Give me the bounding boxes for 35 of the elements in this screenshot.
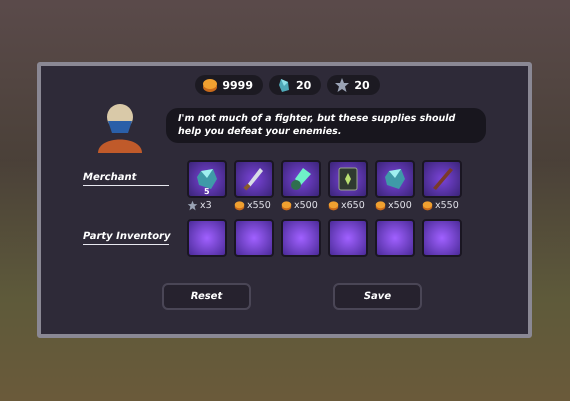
item-slot[interactable] — [328, 160, 368, 198]
item-slot[interactable] — [234, 160, 274, 198]
item-price: x650 — [341, 200, 365, 211]
section-label: Party Inventory — [83, 231, 171, 242]
empty-slot[interactable] — [375, 219, 415, 257]
item-count: 5 — [204, 187, 210, 196]
coin-icon — [422, 200, 433, 211]
item-slot[interactable] — [375, 160, 415, 198]
gem-icon — [276, 77, 292, 93]
coin-icon — [375, 200, 386, 211]
empty-slot[interactable] — [328, 219, 368, 257]
star-icon — [334, 77, 350, 93]
action-button[interactable]: Save — [333, 283, 422, 310]
item-price: x500 — [388, 200, 412, 211]
section-label: Merchant — [83, 172, 136, 183]
coin-icon — [281, 200, 292, 211]
item-price: x3 — [200, 200, 212, 211]
item-price: x500 — [294, 200, 318, 211]
empty-slot[interactable] — [234, 219, 274, 257]
coin-icon — [202, 77, 218, 93]
item-price: x550 — [247, 200, 271, 211]
empty-slot[interactable] — [187, 219, 227, 257]
speech-bubble: I'm not much of a fighter, but these supplies should help you defeat your enemies. — [166, 108, 486, 143]
item-price: x550 — [435, 200, 459, 211]
empty-slot[interactable] — [281, 219, 321, 257]
currency-amount: 20 — [296, 78, 312, 92]
currency-amount: 9999 — [222, 78, 253, 92]
star-icon — [187, 200, 198, 211]
action-button[interactable]: Reset — [162, 283, 251, 310]
item-slot[interactable] — [281, 160, 321, 198]
currency-amount: 20 — [354, 78, 370, 92]
empty-slot[interactable] — [422, 219, 462, 257]
coin-icon — [328, 200, 339, 211]
item-slot[interactable]: 5 — [187, 160, 227, 198]
coin-icon — [234, 200, 245, 211]
